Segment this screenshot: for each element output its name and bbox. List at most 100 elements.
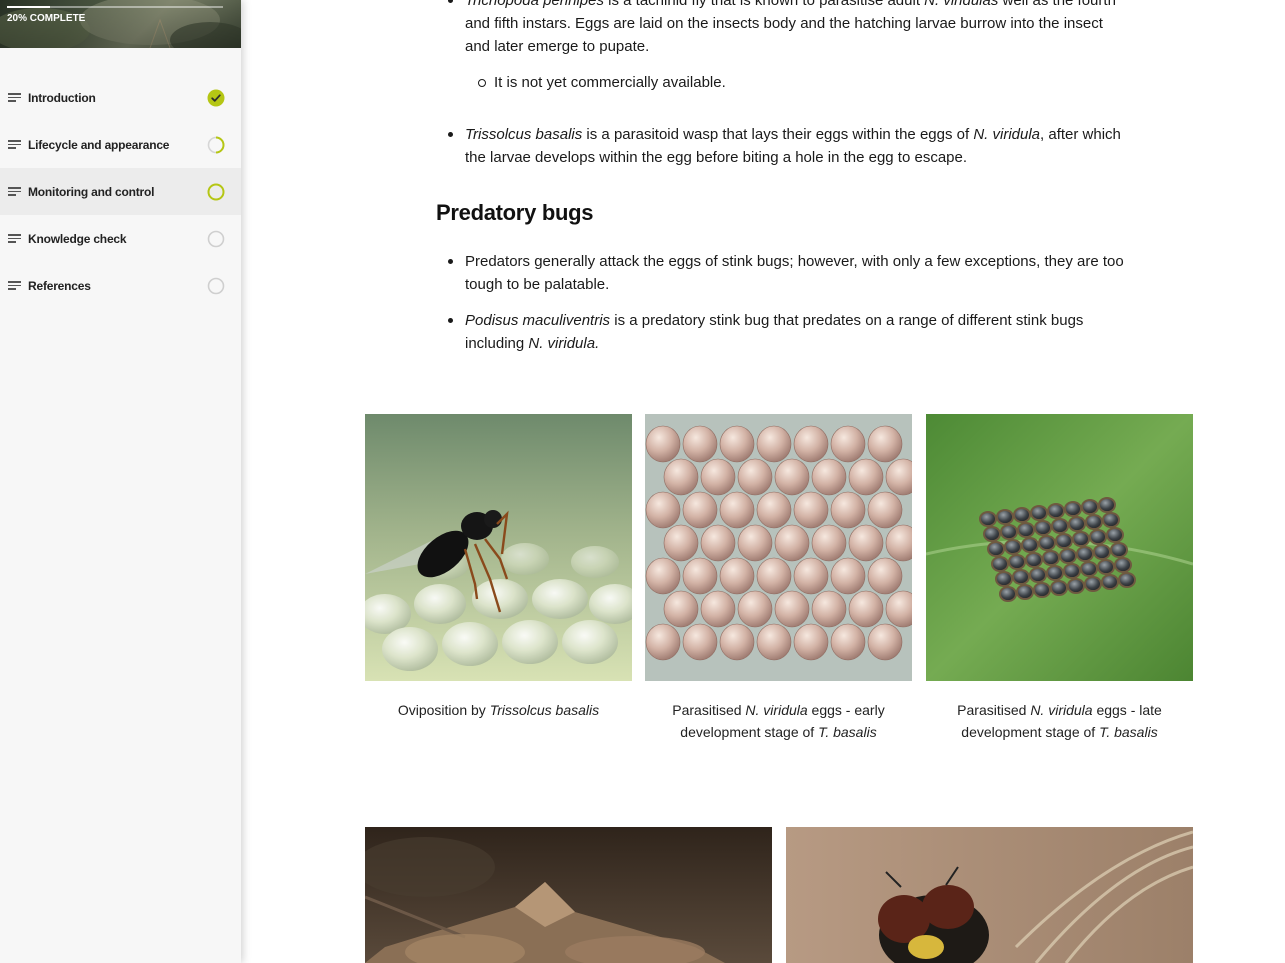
egg-shape	[1016, 584, 1034, 600]
egg-shape	[995, 571, 1013, 587]
egg-shape	[1030, 505, 1048, 521]
egg-shape	[682, 425, 718, 463]
bullet-line: Podisus maculiventris is a predatory sti…	[465, 309, 1126, 332]
egg-shape	[774, 590, 810, 628]
bullet-text: including	[465, 335, 529, 352]
egg-shape	[1081, 499, 1099, 515]
nav-item-monitoring[interactable]: Monitoring and control	[0, 168, 241, 215]
bullet-line: Predators generally attack the eggs of s…	[465, 253, 1124, 270]
egg-shape	[1097, 559, 1115, 575]
egg-shape	[867, 491, 903, 529]
egg-shape	[756, 623, 792, 661]
egg-shape	[1008, 554, 1026, 570]
caption-text: development stage of	[680, 724, 819, 740]
nav-item-label: Monitoring and control	[28, 184, 155, 199]
nav-item-label: Knowledge check	[28, 231, 127, 246]
egg-shape	[737, 458, 773, 496]
egg-shape	[811, 458, 847, 496]
bullet-text: is a parasitoid wasp that lays their egg…	[582, 126, 974, 143]
photo-caption: Parasitised N. viridula eggs - late deve…	[926, 699, 1193, 743]
egg-shape	[1047, 503, 1065, 519]
egg-shape	[756, 491, 792, 529]
egg-shape	[793, 623, 829, 661]
complete-check-icon	[207, 89, 225, 106]
egg-shape	[830, 491, 866, 529]
egg-shape	[682, 623, 718, 661]
caption-text: development stage of	[961, 724, 1100, 740]
egg-shape	[867, 623, 903, 661]
nav-item-label: Lifecycle and appearance	[28, 137, 170, 152]
egg-shape	[1106, 527, 1124, 543]
egg-shape	[1059, 548, 1077, 564]
egg-shape	[1000, 524, 1018, 540]
egg-shape	[774, 524, 810, 562]
species-name: Trissolcus basalis	[465, 126, 583, 143]
caption-text: Parasitised	[672, 702, 746, 718]
species-name: N. viridulas	[924, 0, 999, 9]
nav-item-knowledge-check[interactable]: Knowledge check	[0, 215, 241, 262]
egg-shape	[1068, 516, 1086, 532]
egg-shape	[1089, 529, 1107, 545]
course-sidebar: 20% COMPLETE Introduction Lifecycle and …	[0, 0, 241, 963]
caption-species: N. viridula	[1030, 702, 1093, 718]
egg-shape	[793, 557, 829, 595]
early-parasitised-eggs-photo	[645, 414, 912, 681]
caption-line: development stage of T. basalis	[645, 721, 912, 743]
progress-bar-fill	[7, 6, 51, 8]
in-progress-ring-icon	[207, 183, 225, 200]
course-banner-image: 20% COMPLETE	[0, 0, 241, 48]
caption-line: Parasitised N. viridula eggs - early	[645, 699, 912, 721]
bullet-text: well as the fourth	[998, 0, 1116, 9]
egg-shape	[719, 557, 755, 595]
nav-item-introduction[interactable]: Introduction	[0, 74, 241, 121]
egg-shape	[1114, 557, 1132, 573]
species-name: Podisus maculiventris	[465, 312, 611, 329]
egg-shape	[719, 623, 755, 661]
caption-species: Trissolcus basalis	[489, 702, 600, 718]
lesson-list-icon	[8, 281, 21, 290]
hoverfly-photo	[786, 827, 1193, 963]
bullet-line: and later emerge to pupate.	[465, 38, 650, 55]
egg-shape	[793, 425, 829, 463]
sub-bullet-availability: It is not yet commercially available.	[436, 71, 1126, 94]
caption-text: Parasitised	[957, 702, 1031, 718]
egg-shape	[830, 425, 866, 463]
egg-shape	[848, 590, 884, 628]
caption-species: N. viridula	[745, 702, 808, 718]
egg-shape	[1013, 507, 1031, 523]
egg-shape	[1055, 533, 1073, 549]
progress-bar	[7, 6, 223, 8]
egg-shape	[830, 623, 866, 661]
lesson-list-icon	[8, 187, 21, 196]
species-name: Trichopoda pennipes	[465, 0, 604, 9]
species-name: N. viridula.	[528, 335, 600, 352]
not-started-ring-icon	[207, 230, 225, 247]
egg-shape	[830, 557, 866, 595]
egg-shape	[811, 524, 847, 562]
nav-item-lifecycle[interactable]: Lifecycle and appearance	[0, 121, 241, 168]
egg-shape	[996, 509, 1014, 525]
caption-species: T. basalis	[818, 724, 877, 740]
egg-shape	[700, 524, 736, 562]
egg-shape	[1029, 567, 1047, 583]
egg-shape	[1080, 561, 1098, 577]
sub-bullet-text: It is not yet commercially available.	[494, 74, 726, 91]
egg-shape	[774, 458, 810, 496]
bullet-predators: Predators generally attack the eggs of s…	[436, 250, 1126, 296]
egg-shape	[867, 425, 903, 463]
bullet-line: Trissolcus basalis is a parasitoid wasp …	[465, 123, 1126, 146]
egg-shape	[1038, 535, 1056, 551]
nav-item-references[interactable]: References	[0, 262, 241, 309]
bullet-line: and fifth instars. Eggs are laid on the …	[465, 15, 1103, 32]
bullet-trichopoda: Trichopoda pennipes is a tachinid fly th…	[436, 0, 1126, 58]
egg-shape	[983, 526, 1001, 542]
photo-caption: Parasitised N. viridula eggs - early dev…	[645, 699, 912, 743]
egg-shape	[663, 590, 699, 628]
egg-shape	[848, 458, 884, 496]
predatory-stink-bug-photo	[365, 827, 772, 963]
egg-shape	[793, 491, 829, 529]
not-started-ring-icon	[207, 277, 225, 294]
egg-shape	[1067, 578, 1085, 594]
lesson-list-icon	[8, 93, 21, 102]
egg-shape	[719, 491, 755, 529]
